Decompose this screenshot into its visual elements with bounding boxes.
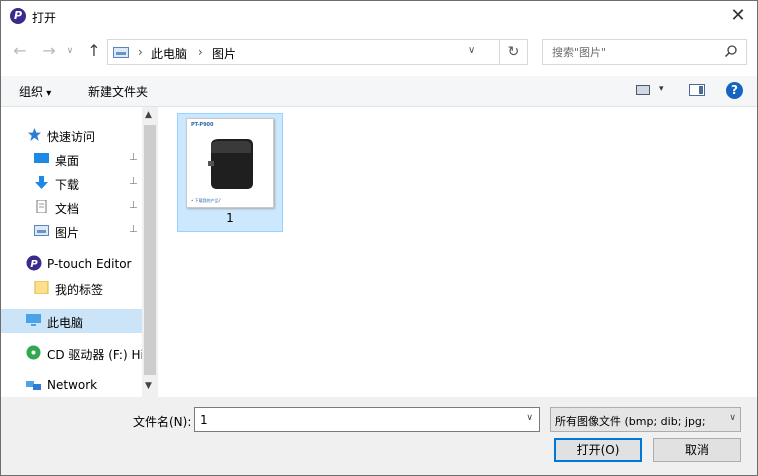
breadcrumb-separator[interactable]: › — [198, 45, 203, 59]
sidebar-item-label: 桌面 — [55, 154, 80, 168]
sidebar-item-pictures[interactable]: 图片 ⊥ — [1, 219, 142, 243]
open-button[interactable]: 打开(O) — [554, 438, 642, 462]
sidebar-item-desktop[interactable]: 桌面 ⊥ — [1, 147, 142, 171]
new-folder-button[interactable]: 新建文件夹 — [88, 83, 148, 100]
svg-text:P: P — [30, 259, 38, 270]
file-name: 1 — [226, 211, 234, 225]
chevron-down-icon[interactable]: ∨ — [729, 413, 736, 423]
computer-icon — [26, 314, 41, 326]
view-dropdown-icon[interactable]: ▾ — [659, 84, 664, 94]
footer-panel: 文件名(N): ∨ 所有图像文件 (bmp; dib; jpg; ∨ 打开(O)… — [1, 397, 757, 475]
scrollbar-thumb[interactable] — [144, 125, 156, 375]
sidebar-item-documents[interactable]: 文档 ⊥ — [1, 195, 142, 219]
desktop-icon — [34, 153, 49, 163]
sidebar-item-label: 文档 — [55, 202, 80, 216]
pictures-icon — [34, 225, 49, 236]
cancel-button[interactable]: 取消 — [653, 438, 741, 462]
sidebar-item-my-labels[interactable]: 我的标签 — [1, 276, 142, 300]
sidebar-item-ptouch-editor[interactable]: P P-touch Editor — [1, 252, 142, 276]
organize-button[interactable]: 组织 — [19, 83, 51, 100]
sidebar-item-cd-drive[interactable]: CD 驱动器 (F:) Hi — [1, 341, 144, 365]
title-bar: P 打开 ✕ — [1, 1, 757, 31]
sidebar-item-label: CD 驱动器 (F:) Hi — [47, 348, 144, 362]
network-icon — [26, 381, 41, 390]
ptouch-app-icon: P — [10, 8, 26, 24]
pin-icon: ⊥ — [129, 152, 138, 163]
breadcrumb-separator[interactable]: › — [138, 45, 143, 59]
file-item[interactable]: PT-P900 • 下载我的产品? 1 — [177, 113, 283, 232]
search-icon[interactable] — [724, 44, 738, 58]
navigation-bar: ← → ∨ ↑ › 此电脑 › 图片 ∨ ↻ — [1, 35, 757, 69]
open-file-dialog: P 打开 ✕ ← → ∨ ↑ › 此电脑 › 图片 ∨ ↻ 组织 新建文件夹 — [0, 0, 758, 476]
forward-button[interactable]: → — [38, 39, 60, 63]
filename-combobox[interactable]: ∨ — [194, 407, 540, 432]
sidebar-item-this-pc[interactable]: 此电脑 — [1, 309, 142, 333]
recent-locations-button[interactable]: ∨ — [63, 39, 77, 63]
scroll-down-icon[interactable]: ▼ — [145, 381, 152, 391]
sidebar-item-label: P-touch Editor — [47, 257, 132, 271]
download-icon — [35, 176, 48, 189]
folder-icon — [34, 281, 49, 294]
up-button[interactable]: ↑ — [83, 39, 105, 63]
help-icon[interactable]: ? — [726, 82, 743, 99]
cd-drive-icon — [26, 345, 41, 360]
chevron-down-icon[interactable]: ∨ — [468, 45, 475, 56]
sidebar-item-network[interactable]: Network — [1, 373, 142, 397]
sidebar-item-label: Network — [47, 378, 98, 392]
refresh-button[interactable]: ↻ — [499, 39, 528, 65]
filename-label: 文件名(N): — [133, 415, 192, 429]
pin-icon: ⊥ — [129, 200, 138, 211]
search-box[interactable] — [542, 39, 747, 65]
star-icon — [28, 128, 41, 141]
pictures-location-icon — [113, 47, 129, 58]
sidebar-item-label: 图片 — [55, 226, 80, 240]
sidebar-item-label: 下载 — [55, 178, 80, 192]
thumbnail-footer-text: • 下载我的产品? — [191, 198, 221, 203]
breadcrumb-pictures[interactable]: 图片 — [212, 45, 236, 62]
sidebar-item-label: 快速访问 — [47, 130, 96, 144]
scroll-up-icon[interactable]: ▲ — [145, 110, 152, 120]
file-type-filter[interactable]: 所有图像文件 (bmp; dib; jpg; ∨ — [550, 407, 741, 432]
pin-icon: ⊥ — [129, 176, 138, 187]
close-button[interactable]: ✕ — [723, 4, 753, 28]
navigation-pane: 快速访问 桌面 ⊥ 下载 ⊥ 文档 ⊥ 图片 ⊥ P P-touch Edito… — [1, 107, 158, 397]
file-type-value: 所有图像文件 (bmp; dib; jpg; — [555, 415, 706, 428]
sidebar-item-label: 此电脑 — [47, 316, 84, 330]
window-title: 打开 — [32, 11, 57, 25]
address-bar[interactable]: › 此电脑 › 图片 ∨ — [107, 39, 528, 65]
view-options-icon[interactable] — [636, 85, 650, 95]
sidebar-item-quick-access[interactable]: 快速访问 — [1, 123, 142, 147]
ptouch-icon: P — [26, 255, 42, 271]
thumbnail-model-text: PT-P900 — [191, 122, 214, 128]
pin-icon: ⊥ — [129, 224, 138, 235]
sidebar-item-label: 我的标签 — [55, 283, 104, 297]
filename-input[interactable] — [195, 408, 518, 431]
breadcrumb-this-pc[interactable]: 此电脑 — [151, 45, 187, 62]
label-printer-image — [208, 139, 253, 189]
file-thumbnail: PT-P900 • 下载我的产品? — [186, 118, 274, 208]
chevron-down-icon[interactable]: ∨ — [526, 413, 533, 423]
sidebar-item-downloads[interactable]: 下载 ⊥ — [1, 171, 142, 195]
navigation-pane-scrollbar[interactable]: ▲ ▼ — [142, 107, 158, 397]
back-button[interactable]: ← — [9, 39, 31, 63]
search-input[interactable] — [543, 40, 722, 64]
command-toolbar: 组织 新建文件夹 ▾ ? — [1, 76, 757, 107]
document-icon — [36, 200, 47, 213]
preview-pane-icon[interactable] — [689, 84, 705, 96]
file-list-view[interactable]: PT-P900 • 下载我的产品? 1 — [161, 107, 757, 397]
